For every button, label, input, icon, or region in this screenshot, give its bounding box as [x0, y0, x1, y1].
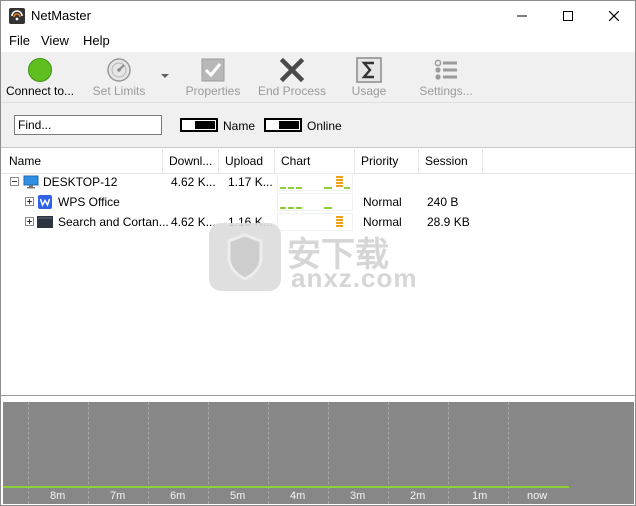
maximize-button[interactable] [545, 1, 591, 31]
end-process-label: End Process [257, 84, 327, 98]
toggle-knob [195, 121, 215, 129]
traffic-chart [277, 173, 353, 191]
table-header: Name Downl... Upload Chart Priority Sess… [1, 149, 635, 174]
maximize-icon [563, 11, 573, 21]
settings-list-icon [434, 59, 457, 80]
column-header-upload[interactable]: Upload [219, 149, 275, 173]
time-label: 5m [230, 490, 246, 502]
collapse-toggle-icon[interactable] [10, 177, 19, 186]
expand-toggle-icon[interactable] [25, 197, 34, 206]
grid-line [268, 402, 269, 504]
find-input[interactable] [14, 115, 162, 135]
set-limits-button[interactable]: Set Limits [85, 52, 153, 102]
filter-bar: Name Online [1, 103, 635, 148]
time-label: 3m [350, 490, 366, 502]
toggle-knob [279, 121, 299, 129]
menu-file[interactable]: File [7, 33, 32, 48]
watermark-logo [209, 223, 281, 291]
usage-label: Usage [351, 84, 387, 98]
time-label: 4m [290, 490, 306, 502]
window-title: NetMaster [31, 8, 91, 23]
grid-line [508, 402, 509, 504]
minimize-button[interactable] [499, 1, 545, 31]
table-row[interactable]: WPS Office Normal 240 B [1, 192, 635, 212]
settings-button[interactable]: Settings... [415, 52, 477, 102]
menu-view[interactable]: View [39, 33, 71, 48]
wps-office-icon [38, 195, 52, 209]
time-label: 7m [110, 490, 126, 502]
session-value: 240 B [427, 195, 459, 209]
column-header-session[interactable]: Session [419, 149, 483, 173]
grid-line [88, 402, 89, 504]
grid-line [28, 402, 29, 504]
properties-label: Properties [185, 84, 241, 98]
time-label: 2m [410, 490, 426, 502]
set-limits-dropdown-arrow-icon[interactable] [161, 74, 169, 78]
shield-icon [227, 233, 263, 281]
menu-help[interactable]: Help [81, 33, 112, 48]
process-name: DESKTOP-12 [43, 175, 118, 189]
computer-icon [23, 175, 39, 189]
connect-status-icon [28, 58, 52, 82]
grid-line [148, 402, 149, 504]
sigma-icon [356, 57, 382, 83]
name-toggle[interactable] [180, 118, 218, 132]
online-toggle-label: Online [307, 119, 342, 133]
speedometer-icon [107, 58, 131, 82]
title-bar: NetMaster [1, 1, 635, 31]
traffic-graph: 8m 7m 6m 5m 4m 3m 2m 1m now [3, 402, 634, 504]
expand-toggle-icon[interactable] [25, 217, 34, 226]
time-label: now [527, 490, 548, 502]
set-limits-label: Set Limits [92, 84, 146, 98]
table-row[interactable]: DESKTOP-12 4.62 K... 1.17 K... [1, 172, 635, 192]
grid-line [448, 402, 449, 504]
menu-bar: File View Help [1, 31, 635, 51]
grid-line [388, 402, 389, 504]
usage-button[interactable]: Usage [343, 52, 395, 102]
column-header-download[interactable]: Downl... [163, 149, 219, 173]
minimize-icon [517, 15, 527, 17]
close-button[interactable] [591, 1, 636, 31]
process-name: Search and Cortan... [58, 215, 169, 229]
process-name: WPS Office [58, 195, 120, 209]
watermark-url: anxz.com [291, 263, 418, 293]
settings-label: Settings... [419, 84, 473, 98]
toolbar: Connect to... Set Limits Properties End … [1, 52, 635, 103]
online-toggle[interactable] [264, 118, 302, 132]
download-value: 4.62 K... [171, 175, 216, 189]
priority-value: Normal [363, 195, 402, 209]
time-label: 1m [472, 490, 488, 502]
properties-button[interactable]: Properties [181, 52, 245, 102]
column-header-name[interactable]: Name [3, 149, 163, 173]
connect-label: Connect to... [5, 84, 75, 98]
end-process-x-icon [279, 57, 305, 83]
end-process-button[interactable]: End Process [257, 52, 327, 102]
column-header-chart[interactable]: Chart [275, 149, 355, 173]
session-value: 28.9 KB [427, 215, 470, 229]
checkmark-icon [201, 58, 225, 82]
connect-button[interactable]: Connect to... [3, 52, 77, 102]
upload-value: 1.17 K... [228, 175, 273, 189]
process-table: Name Downl... Upload Chart Priority Sess… [1, 149, 635, 396]
grid-line [208, 402, 209, 504]
column-header-priority[interactable]: Priority [355, 149, 419, 173]
traffic-chart [277, 193, 353, 211]
time-label: 8m [50, 490, 66, 502]
close-icon [609, 11, 619, 21]
app-window-icon [37, 216, 53, 228]
app-logo-icon [9, 8, 25, 24]
time-label: 6m [170, 490, 186, 502]
traffic-line [3, 486, 569, 488]
app-window: NetMaster File View Help Connect to... S… [0, 0, 636, 506]
name-toggle-label: Name [223, 119, 256, 133]
grid-line [328, 402, 329, 504]
